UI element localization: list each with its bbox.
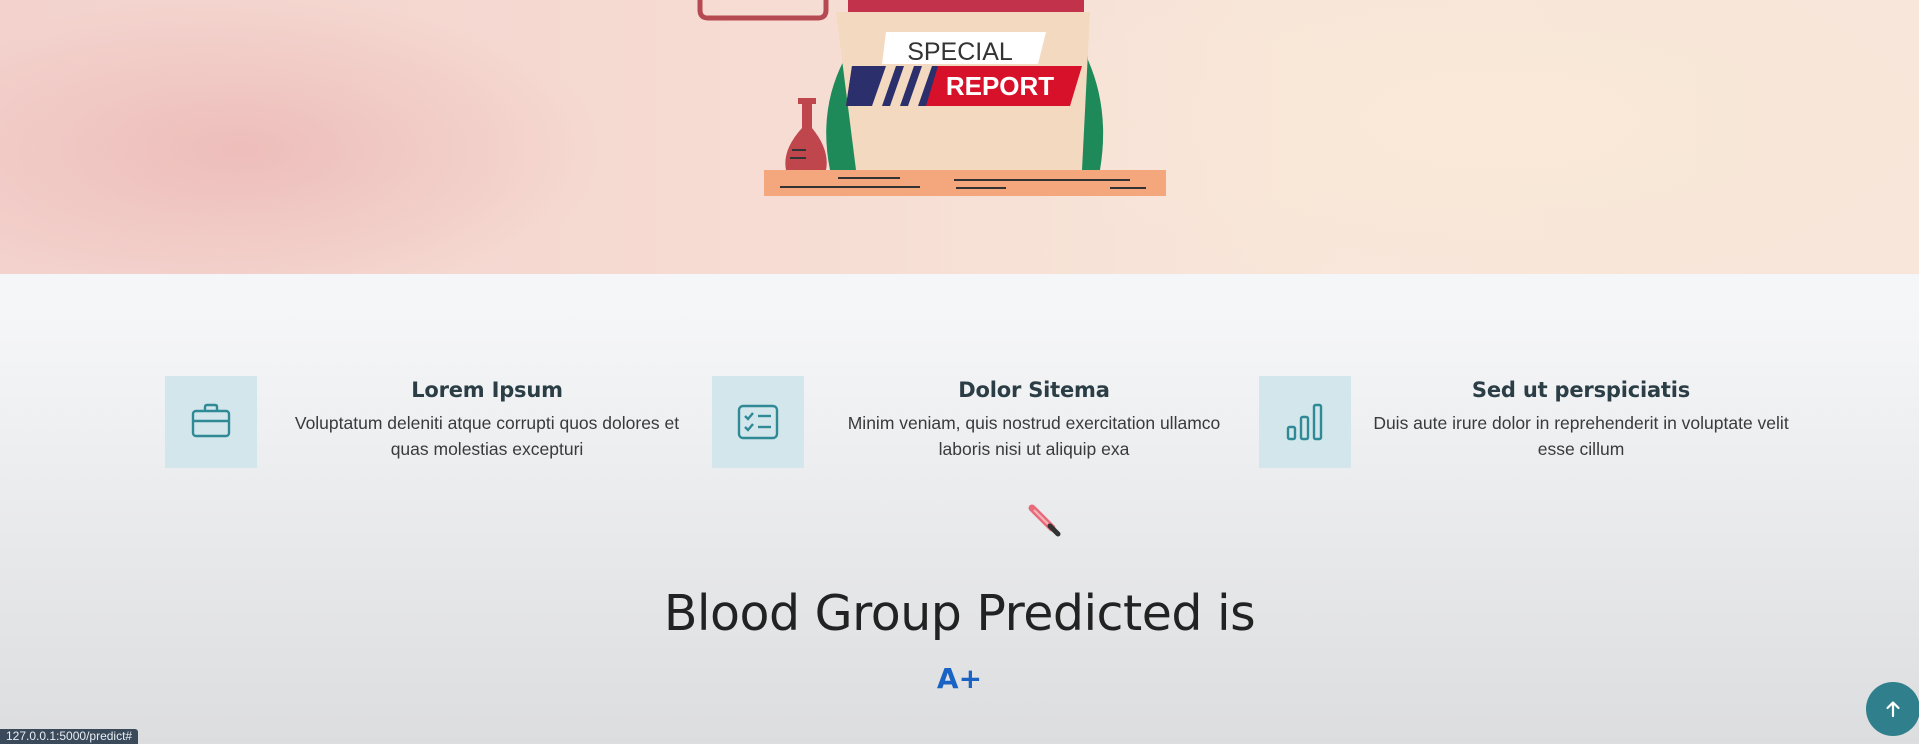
badge-top-text: SPECIAL	[907, 38, 1013, 66]
feature-description: Voluptatum deleniti atque corrupti quos …	[294, 413, 680, 459]
feature-icon-box	[1259, 376, 1351, 468]
back-to-top-button[interactable]	[1866, 682, 1919, 736]
checklist-icon	[737, 404, 779, 440]
feature-title: Dolor Sitema	[958, 378, 1110, 402]
bar-chart-icon	[1286, 403, 1323, 441]
feature-lorem-ipsum: Lorem Ipsum Voluptatum deleniti atque co…	[165, 376, 705, 468]
feature-sed-ut-perspiciatis: Sed ut perspiciatis Duis aute irure dolo…	[1259, 376, 1799, 468]
feature-description: Minim veniam, quis nostrud exercitation …	[847, 413, 1221, 459]
feature-title: Lorem Ipsum	[411, 378, 563, 402]
feature-icon-box	[165, 376, 257, 468]
feature-description: Duis aute irure dolor in reprehenderit i…	[1373, 413, 1789, 459]
hero-banner: SPECIAL REPORT	[0, 0, 1919, 274]
predicted-blood-group: A+	[936, 662, 983, 695]
result-title: Blood Group Predicted is	[663, 585, 1256, 642]
briefcase-icon	[191, 403, 231, 438]
special-report-illustration: SPECIAL REPORT	[697, 0, 1166, 196]
feature-title: Sed ut perspiciatis	[1471, 378, 1691, 402]
feature-dolor-sitema: Dolor Sitema Minim veniam, quis nostrud …	[712, 376, 1252, 468]
pen-cursor-icon	[1028, 504, 1061, 537]
arrow-up-icon	[1886, 701, 1900, 718]
badge-bottom-text: REPORT	[946, 71, 1054, 101]
status-bar-url: 127.0.0.1:5000/predict#	[0, 729, 139, 744]
feature-icon-box	[712, 376, 804, 468]
